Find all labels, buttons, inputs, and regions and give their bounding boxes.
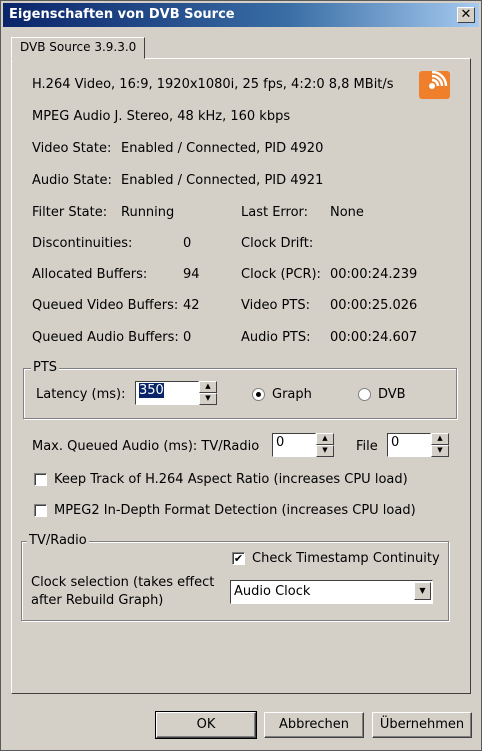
clock-selection-label-line2: after Rebuild Graph) — [31, 593, 164, 608]
file-label: File — [356, 439, 378, 454]
tvradio-group-legend: TV/Radio — [27, 533, 89, 548]
queued-audio-label: Queued Audio Buffers: — [32, 330, 179, 345]
clock-drift-label: Clock Drift: — [241, 236, 314, 251]
max-queued-audio-label: Max. Queued Audio (ms): TV/Radio — [32, 439, 260, 454]
properties-dialog: Eigenschaften von DVB Source ✕ DVB Sourc… — [0, 0, 482, 751]
clock-selection-label-line1: Clock selection (takes effect — [31, 575, 215, 590]
dvb-radio[interactable] — [358, 388, 371, 401]
audio-pts-label: Audio PTS: — [241, 330, 311, 345]
close-button[interactable]: ✕ — [457, 7, 475, 23]
tvradio-queue-input[interactable]: 0 — [272, 433, 316, 457]
clock-pcr-value: 00:00:24.239 — [330, 267, 418, 282]
audio-state-label: Audio State: — [32, 173, 112, 188]
clock-pcr-label: Clock (PCR): — [241, 267, 321, 282]
video-pts-label: Video PTS: — [241, 298, 310, 313]
allocated-buffers-value: 94 — [183, 267, 200, 282]
video-state-value: Enabled / Connected, PID 4920 — [121, 141, 324, 156]
video-format-text: H.264 Video, 16:9, 1920x1080i, 25 fps, 4… — [32, 77, 394, 92]
apply-button[interactable]: Übernehmen — [372, 712, 472, 738]
check-timestamp-label[interactable]: Check Timestamp Continuity — [252, 551, 440, 566]
queued-audio-value: 0 — [183, 330, 192, 345]
latency-spinner[interactable]: ▲ ▼ — [199, 381, 217, 405]
chevron-down-icon[interactable]: ▼ — [414, 582, 431, 600]
discontinuities-label: Discontinuities: — [32, 236, 133, 251]
queued-video-label: Queued Video Buffers: — [32, 298, 179, 313]
spin-down-icon[interactable]: ▼ — [316, 445, 334, 457]
tvradio-queue-spinner[interactable]: ▲ ▼ — [316, 433, 334, 457]
mpeg2-detection-label[interactable]: MPEG2 In-Depth Format Detection (increas… — [54, 503, 416, 518]
filter-state-value: Running — [121, 205, 175, 220]
video-state-label: Video State: — [32, 141, 112, 156]
audio-state-value: Enabled / Connected, PID 4921 — [121, 173, 324, 188]
last-error-value: None — [330, 205, 364, 220]
video-pts-value: 00:00:25.026 — [330, 298, 418, 313]
pts-group-legend: PTS — [31, 360, 60, 375]
feed-icon — [419, 70, 450, 99]
keep-track-checkbox[interactable] — [34, 473, 47, 486]
queued-video-value: 42 — [183, 298, 200, 313]
spin-up-icon[interactable]: ▲ — [316, 433, 334, 445]
dvb-radio-label[interactable]: DVB — [378, 387, 406, 402]
audio-format-text: MPEG Audio J. Stereo, 48 kHz, 160 kbps — [32, 109, 291, 124]
graph-radio-label[interactable]: Graph — [272, 387, 312, 402]
mpeg2-detection-checkbox[interactable] — [34, 504, 47, 517]
spin-down-icon[interactable]: ▼ — [431, 445, 449, 457]
file-queue-input[interactable]: 0 — [387, 433, 431, 457]
title-bar[interactable]: Eigenschaften von DVB Source ✕ — [3, 3, 479, 27]
discontinuities-value: 0 — [183, 236, 192, 251]
last-error-label: Last Error: — [241, 205, 309, 220]
clock-selection-value: Audio Clock — [234, 584, 311, 599]
latency-input[interactable]: 350 — [135, 381, 199, 405]
file-queue-spinner[interactable]: ▲ ▼ — [431, 433, 449, 457]
allocated-buffers-label: Allocated Buffers: — [32, 267, 148, 282]
check-timestamp-checkbox[interactable]: ✔ — [232, 552, 245, 565]
window-title: Eigenschaften von DVB Source — [9, 7, 235, 22]
spin-down-icon[interactable]: ▼ — [199, 393, 217, 405]
clock-selection-dropdown[interactable]: Audio Clock ▼ — [230, 580, 433, 604]
spin-up-icon[interactable]: ▲ — [431, 433, 449, 445]
audio-pts-value: 00:00:24.607 — [330, 330, 418, 345]
keep-track-label[interactable]: Keep Track of H.264 Aspect Ratio (increa… — [54, 472, 408, 487]
cancel-button[interactable]: Abbrechen — [264, 712, 364, 738]
filter-state-label: Filter State: — [32, 205, 108, 220]
ok-button[interactable]: OK — [155, 711, 257, 739]
latency-label: Latency (ms): — [36, 387, 126, 402]
spin-up-icon[interactable]: ▲ — [199, 381, 217, 393]
graph-radio[interactable] — [252, 388, 265, 401]
tab-dvb-source[interactable]: DVB Source 3.9.3.0 — [11, 37, 146, 59]
